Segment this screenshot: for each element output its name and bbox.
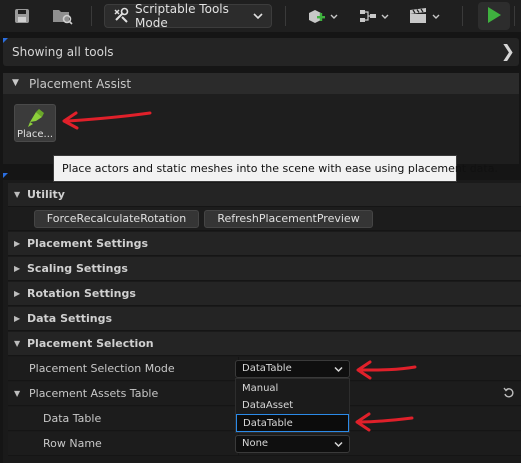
placement-selection-mode-combo[interactable]: DataTable	[235, 360, 350, 378]
combo-value: DataTable	[242, 363, 292, 374]
toolbar-separator	[91, 6, 92, 26]
annotation-arrow	[62, 111, 152, 130]
annotation-arrow	[356, 360, 417, 380]
data-settings-category[interactable]: ▶ Data Settings	[8, 307, 521, 331]
play-button[interactable]	[478, 2, 510, 30]
category-label: Placement Selection	[27, 337, 154, 350]
row-name-row: Row Name None	[8, 432, 521, 456]
tool-filter-bar[interactable]: Showing all tools ❯	[3, 38, 519, 66]
cinematics-icon[interactable]	[407, 5, 443, 27]
expanded-arrow-icon: ▼	[14, 389, 21, 398]
play-icon	[486, 6, 502, 27]
chevron-down-icon	[334, 361, 343, 379]
expanded-arrow-icon: ▼	[14, 190, 21, 199]
placement-selection-category[interactable]: ▼ Placement Selection	[8, 332, 521, 356]
chevron-down-icon	[253, 9, 263, 23]
collapsed-arrow-icon: ▶	[14, 289, 21, 298]
tool-tooltip: Place actors and static meshes into the …	[53, 155, 498, 182]
property-label: Placement Selection Mode	[29, 362, 175, 375]
category-label: Rotation Settings	[27, 287, 136, 300]
filter-status-text: Showing all tools	[12, 45, 114, 59]
section-title: Placement Assist	[29, 77, 132, 91]
browse-folder-icon[interactable]	[50, 5, 74, 27]
placement-tool-icon	[27, 108, 45, 131]
placement-settings-category[interactable]: ▶ Placement Settings	[8, 232, 521, 256]
category-label: Scaling Settings	[27, 262, 128, 275]
rotation-settings-category[interactable]: ▶ Rotation Settings	[8, 282, 521, 306]
category-label: Data Settings	[27, 312, 112, 325]
scriptable-tools-icon	[113, 7, 129, 26]
property-label: Row Name	[43, 437, 102, 450]
combo-value: None	[242, 438, 269, 449]
place-tool-label: Place...	[16, 129, 54, 140]
add-actor-icon[interactable]	[305, 5, 341, 27]
utility-category-header[interactable]: ▼ Utility	[8, 183, 521, 207]
annotation-arrow	[355, 412, 414, 432]
refresh-placement-preview-button[interactable]: RefreshPlacementPreview	[204, 210, 373, 228]
dropdown-option-manual[interactable]: Manual	[236, 380, 349, 398]
force-recalculate-rotation-button[interactable]: ForceRecalculateRotation	[34, 210, 199, 228]
chevron-right-icon[interactable]: ❯	[501, 42, 515, 62]
dropdown-option-dataasset[interactable]: DataAsset	[236, 397, 349, 415]
utility-buttons-row: ForceRecalculateRotation RefreshPlacemen…	[8, 207, 521, 231]
blueprint-icon[interactable]	[357, 5, 393, 27]
focus-corner-marker	[3, 173, 8, 178]
scaling-settings-category[interactable]: ▶ Scaling Settings	[8, 257, 521, 281]
property-label: Placement Assets Table	[29, 387, 159, 400]
save-icon[interactable]	[12, 5, 32, 27]
expanded-arrow-icon: ▼	[14, 339, 21, 348]
collapse-arrow-icon: ▼	[12, 78, 19, 88]
toolbar-separator	[285, 6, 286, 26]
toolbar-separator	[514, 6, 515, 26]
property-label: Data Table	[43, 412, 102, 425]
place-tool-button[interactable]: Place...	[14, 104, 56, 142]
collapsed-arrow-icon: ▶	[14, 239, 21, 248]
category-label: Utility	[27, 188, 65, 201]
collapsed-arrow-icon: ▶	[14, 264, 21, 273]
collapsed-arrow-icon: ▶	[14, 314, 21, 323]
scriptable-tools-mode-button[interactable]: Scriptable Tools Mode	[104, 2, 272, 30]
mode-label: Scriptable Tools Mode	[135, 2, 229, 30]
category-label: Placement Settings	[27, 237, 148, 250]
focus-corner-marker	[3, 38, 8, 43]
dropdown-option-datatable[interactable]: DataTable	[236, 414, 349, 432]
toolbar-separator	[462, 6, 463, 26]
main-toolbar: Scriptable Tools Mode	[0, 0, 521, 32]
placement-assist-header[interactable]: ▼ Placement Assist	[3, 73, 519, 94]
selection-mode-dropdown: Manual DataAsset DataTable	[235, 378, 350, 433]
reset-to-default-icon[interactable]	[503, 387, 515, 402]
row-name-combo[interactable]: None	[235, 435, 350, 453]
chevron-down-icon	[334, 436, 343, 454]
